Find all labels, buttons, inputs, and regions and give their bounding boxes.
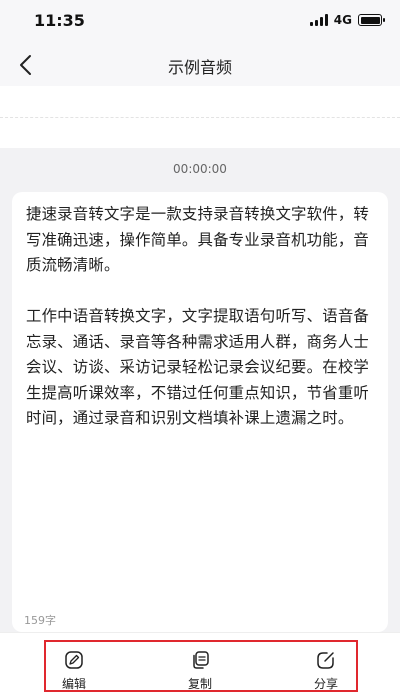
status-indicators: 4G xyxy=(309,13,385,27)
battery-icon xyxy=(358,14,385,26)
transcript-text: 捷速录音转文字是一款支持录音转换文字软件，转写准确迅速，操作简单。具备专业录音机… xyxy=(26,205,369,427)
audio-waveform-area xyxy=(0,86,400,148)
edit-label: 编辑 xyxy=(61,677,86,691)
share-label: 分享 xyxy=(313,677,338,691)
waveform-baseline xyxy=(0,117,400,118)
battery-level xyxy=(360,16,380,24)
share-icon xyxy=(317,652,334,669)
playback-timer: 00:00:00 xyxy=(173,162,227,176)
status-time: 11:35 xyxy=(34,11,85,30)
share-button[interactable]: 分享 xyxy=(296,650,356,692)
transcript-card: 捷速录音转文字是一款支持录音转换文字软件，转写准确迅速，操作简单。具备专业录音机… xyxy=(12,192,388,632)
status-bar: 11:35 4G xyxy=(0,0,400,44)
network-type: 4G xyxy=(333,13,352,27)
signal-icon xyxy=(309,14,328,26)
edit-icon xyxy=(65,651,83,669)
char-count: 159字 xyxy=(24,614,56,627)
edit-button[interactable]: 编辑 xyxy=(44,650,104,692)
copy-button[interactable]: 复制 xyxy=(170,650,230,692)
page-title: 示例音频 xyxy=(167,58,232,77)
nav-bar: 示例音频 xyxy=(0,44,400,86)
copy-label: 复制 xyxy=(187,677,212,691)
copy-icon xyxy=(193,651,209,669)
